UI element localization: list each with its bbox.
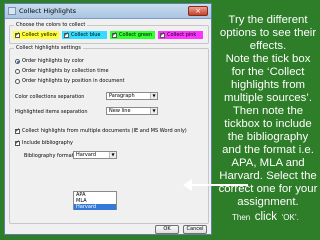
- ok-button[interactable]: OK: [155, 225, 179, 234]
- collect-color-checkbox[interactable]: Collect blue: [62, 31, 107, 39]
- checkbox-label: Include bibliography: [22, 140, 73, 146]
- dialog-title: Collect Highlights: [19, 7, 77, 15]
- radio-label: Order highlights by color: [22, 58, 85, 64]
- include-bibliography-checkbox[interactable]: Include bibliography: [13, 139, 75, 147]
- item-separation-label: Highlighted items separation: [15, 109, 88, 115]
- instruction-bibliography: Then note the tickbox to include the bib…: [218, 105, 318, 208]
- then-text: Then: [232, 213, 251, 222]
- collect-highlights-dialog: Collect Highlights × Choose the colors t…: [4, 3, 212, 235]
- bibliography-format-list: APA MLA Harvard: [73, 191, 117, 210]
- ok-text: ‘OK’.: [281, 213, 299, 222]
- bibliography-format-select[interactable]: Harvard ▼: [73, 151, 117, 159]
- checkbox-indicator: [64, 31, 69, 38]
- colors-group: Choose the colors to collect Collect yel…: [9, 22, 209, 44]
- checkbox-label: Collect highlights from multiple documen…: [22, 128, 187, 134]
- radio-indicator: [15, 58, 20, 64]
- chevron-down-icon: ▼: [109, 152, 116, 158]
- checkbox-label: Collect blue: [71, 32, 101, 38]
- order-by-position-radio[interactable]: Order highlights by position in document: [13, 77, 126, 85]
- arrow-shaft: [190, 184, 248, 186]
- close-button[interactable]: ×: [188, 6, 208, 16]
- collect-color-checkbox[interactable]: Collect pink: [158, 31, 203, 39]
- colors-group-legend: Choose the colors to collect: [14, 22, 88, 28]
- select-value: Harvard: [76, 152, 97, 158]
- checkbox-indicator: [112, 31, 117, 38]
- collect-color-checkbox[interactable]: Collect green: [110, 31, 155, 39]
- order-by-time-radio[interactable]: Order highlights by collection time: [13, 67, 111, 75]
- instruction-multi-sources: Note the tick box for the ‘Collect highl…: [224, 53, 312, 104]
- item-separation-select[interactable]: New line ▼: [106, 107, 158, 115]
- checkbox-indicator: [15, 31, 20, 38]
- instructions: Try the different options to see their e…: [218, 14, 318, 209]
- dialog-titlebar: Collect Highlights ×: [5, 4, 211, 19]
- select-value: New line: [109, 108, 131, 114]
- color-separation-select[interactable]: Paragraph ▼: [106, 92, 158, 100]
- app-icon: [8, 7, 16, 15]
- checkbox-indicator: [15, 139, 20, 146]
- radio-label: Order highlights by position in document: [22, 78, 125, 84]
- chevron-down-icon: ▼: [150, 93, 157, 99]
- select-value: Paragraph: [109, 93, 135, 99]
- checkbox-label: Collect yellow: [22, 32, 57, 38]
- checkbox-indicator: [160, 31, 165, 38]
- collect-color-checkbox[interactable]: Collect yellow: [13, 31, 59, 39]
- format-option-harvard[interactable]: Harvard: [74, 204, 116, 210]
- radio-indicator: [15, 78, 20, 84]
- click-text: click: [254, 211, 278, 223]
- multi-sources-checkbox[interactable]: Collect highlights from multiple documen…: [13, 127, 189, 135]
- click-ok-instruction: Then click ‘OK’.: [232, 207, 299, 225]
- settings-group-legend: Collect highlights settings: [14, 45, 83, 51]
- chevron-down-icon: ▼: [150, 108, 157, 114]
- checkbox-indicator: [15, 127, 20, 134]
- order-by-color-radio[interactable]: Order highlights by color: [13, 57, 86, 65]
- instruction-try-options: Try the different options to see their e…: [219, 14, 317, 52]
- color-separation-label: Color collections separation: [15, 94, 85, 100]
- bibliography-format-label: Bibliography format:: [24, 153, 76, 159]
- checkbox-label: Collect pink: [167, 32, 197, 38]
- radio-indicator: [15, 68, 20, 74]
- checkbox-label: Collect green: [119, 32, 153, 38]
- radio-label: Order highlights by collection time: [22, 68, 109, 74]
- cancel-button[interactable]: Cancel: [183, 225, 207, 234]
